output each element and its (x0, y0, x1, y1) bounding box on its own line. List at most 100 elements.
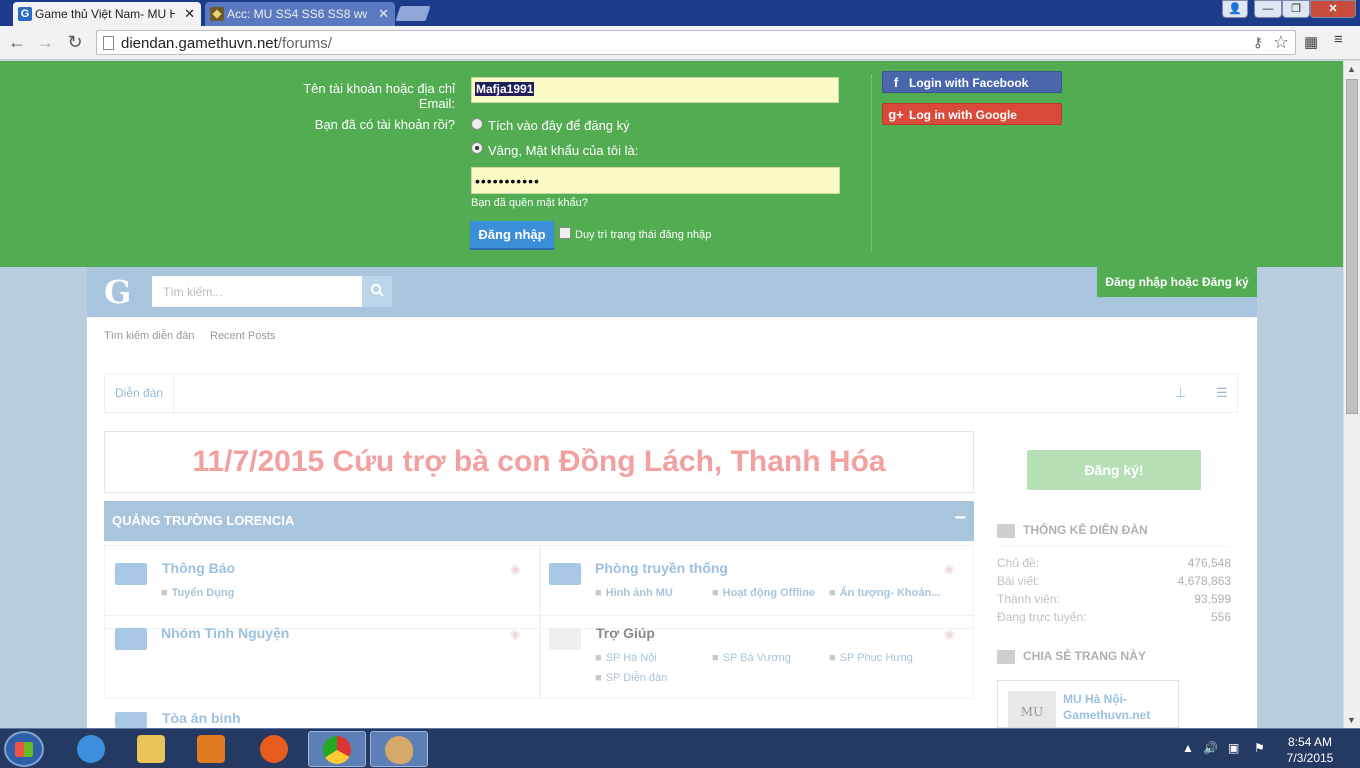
folder-icon: ■ (712, 587, 719, 599)
remember-label: Duy trì trạng thái đăng nhập (575, 229, 712, 241)
forum-title-toa-an-binh[interactable]: Tòa án binh (162, 710, 241, 726)
forum-title-thong-bao[interactable]: Thông Báo (162, 560, 235, 576)
new-tab-button[interactable] (395, 6, 431, 21)
scroll-up-icon[interactable]: ▲ (1347, 64, 1356, 74)
reload-icon[interactable]: ↻ (64, 32, 86, 53)
close-tab-icon[interactable]: ✕ (184, 6, 195, 22)
stat-label: Chủ đề: (997, 556, 1040, 570)
taskbar-chrome[interactable] (308, 731, 366, 767)
browser-toolbar: ← → ↻ diendan.gamethuvn.net/forums/ ⚷ ☆ (0, 26, 1360, 60)
maximize-button[interactable]: ❐ (1282, 0, 1310, 18)
facebook-login-button[interactable]: f Login with Facebook (882, 71, 1062, 93)
key-icon[interactable]: ⚷ (1253, 34, 1263, 51)
remember-checkbox[interactable] (559, 227, 571, 239)
stat-label: Thành viên: (997, 592, 1060, 606)
paint-icon (385, 736, 413, 764)
subforum-link[interactable]: ■ Ấn tượng- Khoản... (829, 587, 940, 599)
folder-icon: ■ (161, 587, 168, 599)
register-button[interactable]: Đăng ký! (1027, 450, 1201, 490)
menu-icon[interactable]: ≡ (1334, 31, 1343, 48)
user-icon[interactable]: 👤 (1222, 0, 1248, 18)
register-radio[interactable] (471, 118, 483, 130)
tab-acc-mu[interactable]: ◆ Acc: MU SS4 SS6 SS8 www. ✕ (205, 2, 395, 26)
collapse-icon[interactable]: − (954, 507, 966, 530)
taskbar-firefox[interactable] (246, 731, 304, 767)
bookmark-star-icon[interactable]: ☆ (1273, 32, 1289, 53)
rss-icon[interactable]: ◉ (944, 627, 954, 641)
forum-bubble-icon (115, 628, 147, 650)
tab-game-thu-viet-nam[interactable]: G Game thủ Việt Nam- MU Hà ✕ (13, 2, 201, 26)
breadcrumb-home[interactable]: Diễn đàn (105, 374, 175, 412)
flag-icon[interactable]: ⚑ (1254, 741, 1265, 755)
taskbar-paint[interactable] (370, 731, 428, 767)
forum-title-nhom-tinh-nguyen[interactable]: Nhóm Tình Nguyện (161, 625, 289, 641)
facebook-page-widget[interactable]: MU MU Hà Nội- Gamethuvn.net (997, 680, 1179, 728)
forgot-password-link[interactable]: Bạn đã quên mật khẩu? (471, 197, 588, 209)
list-icon[interactable]: ☰ (1216, 385, 1228, 401)
address-bar[interactable]: diendan.gamethuvn.net/forums/ ⚷ ☆ (96, 30, 1296, 55)
forum-bubble-icon (549, 563, 581, 585)
subforum-link[interactable]: ■ Tuyển Dụng (161, 587, 234, 599)
search-forums-link[interactable]: Tìm kiếm diễn đàn (104, 330, 194, 342)
network-icon[interactable]: ▣ (1228, 741, 1239, 755)
subforum-link[interactable]: ■ Hoạt động Offline (712, 587, 815, 599)
account-input[interactable]: Mafja1991 (471, 77, 839, 103)
folder-icon (137, 735, 165, 763)
forward-arrow-icon[interactable]: → (34, 32, 56, 53)
start-button[interactable] (4, 731, 44, 767)
subforum-link[interactable]: ■ Hình ảnh MU (595, 587, 673, 599)
category-title: QUẢNG TRƯỜNG LORENCIA (112, 513, 295, 528)
folder-icon: ■ (712, 652, 719, 664)
account-label: Tên tài khoản hoặc địa chỉ Email: (303, 81, 455, 111)
register-radio-label: Tích vào đây để đăng ký (488, 118, 630, 133)
scroll-down-icon[interactable]: ▼ (1347, 715, 1356, 725)
google-login-button[interactable]: g+ Log in with Google (882, 103, 1062, 125)
password-input[interactable]: ••••••••••• (471, 167, 840, 194)
rss-icon[interactable]: ◉ (944, 562, 954, 576)
search-input[interactable]: Tìm kiếm... (152, 276, 362, 307)
show-hidden-icons[interactable]: ▲ (1182, 741, 1194, 755)
password-radio[interactable] (471, 142, 483, 154)
stats-heading: THỐNG KÊ DIỄN ĐÀN (997, 523, 1229, 547)
share-icon (997, 649, 1015, 664)
subforum-link[interactable]: ■ SP Bá Vương (712, 652, 791, 664)
firefox-icon (260, 735, 288, 763)
extension-icon[interactable]: ▦ (1304, 33, 1318, 51)
sitemap-icon[interactable]: ⊥ (1175, 385, 1186, 401)
search-button[interactable] (362, 276, 392, 307)
forum-title-tro-giup[interactable]: Trợ Giúp (596, 625, 655, 641)
stat-label: Đang trực tuyến: (997, 610, 1087, 624)
gamethuvn-favicon-icon: G (18, 7, 32, 21)
close-tab-icon[interactable]: ✕ (378, 6, 389, 22)
category-header[interactable]: QUẢNG TRƯỜNG LORENCIA − (104, 501, 974, 541)
search-icon (370, 283, 384, 297)
clock[interactable]: 8:54 AM 7/3/2015 (1280, 734, 1340, 766)
folder-icon: ■ (829, 587, 836, 599)
back-arrow-icon[interactable]: ← (6, 32, 28, 53)
taskbar-explorer[interactable] (123, 731, 181, 767)
subforum-link[interactable]: ■ SP Hà Nội (595, 652, 657, 664)
login-register-button[interactable]: Đăng nhập hoặc Đăng ký (1097, 267, 1257, 297)
have-account-label: Bạn đã có tài khoản rồi? (314, 117, 455, 132)
minimize-button[interactable]: — (1254, 0, 1282, 18)
google-plus-icon: g+ (888, 107, 904, 122)
volume-icon[interactable]: 🔊 (1203, 741, 1218, 755)
login-button[interactable]: Đăng nhập (470, 221, 554, 250)
page-thumbnail: MU (1008, 691, 1056, 727)
site-logo[interactable]: G (104, 273, 131, 311)
stat-value: 93,599 (1194, 592, 1231, 606)
page-scrollbar[interactable]: ▲ ▼ (1343, 61, 1360, 728)
taskbar-ie[interactable] (63, 731, 121, 767)
subforum-link[interactable]: ■ SP Diễn đàn (595, 672, 667, 684)
close-window-button[interactable]: ✕ (1310, 0, 1356, 18)
forum-title-phong-truyen-thong[interactable]: Phòng truyền thống (595, 560, 728, 576)
taskbar-media-player[interactable] (183, 731, 241, 767)
subforum-link[interactable]: ■ SP Phục Hưng (829, 652, 913, 664)
rss-icon[interactable]: ◉ (510, 562, 520, 576)
recent-posts-link[interactable]: Recent Posts (210, 330, 275, 342)
announcement-banner[interactable]: 11/7/2015 Cứu trợ bà con Đồng Lách, Than… (104, 431, 974, 493)
rss-icon[interactable]: ◉ (510, 627, 520, 641)
scroll-thumb[interactable] (1346, 79, 1358, 414)
breadcrumb (104, 373, 1238, 413)
page-name[interactable]: MU Hà Nội- Gamethuvn.net (1063, 691, 1173, 723)
